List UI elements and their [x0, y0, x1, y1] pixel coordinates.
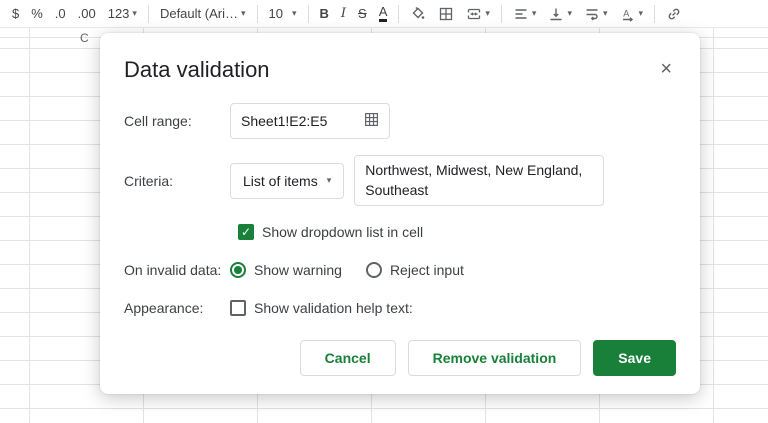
link-icon — [666, 6, 682, 22]
criteria-type-select[interactable]: List of items ▾ — [230, 163, 344, 199]
more-formats-button[interactable]: 123 ▾ — [102, 2, 143, 26]
data-validation-dialog: Data validation × Cell range: Sheet1!E2:… — [100, 33, 700, 394]
horizontal-align-button[interactable]: ▾ — [507, 2, 543, 26]
help-text-checkbox[interactable] — [230, 300, 246, 316]
range-select-icon[interactable] — [364, 112, 379, 130]
reject-input-radio[interactable] — [366, 262, 382, 278]
font-size-select[interactable]: 10 ▾ — [263, 2, 303, 26]
cell-range-input[interactable]: Sheet1!E2:E5 — [230, 103, 390, 139]
merge-cells-button[interactable]: ▾ — [460, 2, 496, 26]
text-wrap-button[interactable]: ▾ — [578, 2, 614, 26]
chevron-down-icon: ▾ — [603, 8, 608, 19]
column-header-c: C — [80, 31, 89, 45]
close-icon[interactable]: × — [656, 57, 676, 81]
remove-validation-button[interactable]: Remove validation — [408, 340, 582, 376]
italic-button[interactable]: I — [335, 2, 352, 26]
cell-range-label: Cell range: — [124, 113, 230, 129]
toolbar-divider — [654, 5, 655, 23]
chevron-down-icon: ▾ — [485, 8, 490, 19]
chevron-down-icon: ▾ — [241, 8, 246, 19]
horizontal-align-icon — [513, 6, 529, 22]
reject-input-label[interactable]: Reject input — [390, 262, 464, 278]
save-button[interactable]: Save — [593, 340, 676, 376]
fill-color-button[interactable] — [404, 2, 432, 26]
text-rotation-button[interactable]: A ▾ — [614, 2, 650, 26]
text-wrap-icon — [584, 6, 600, 22]
chevron-down-icon: ▾ — [567, 8, 572, 19]
show-warning-label[interactable]: Show warning — [254, 262, 342, 278]
vertical-align-icon — [548, 6, 564, 22]
criteria-type-value: List of items — [243, 173, 318, 189]
show-dropdown-checkbox[interactable]: ✓ — [238, 224, 254, 240]
formatting-toolbar: $ % .0 .00 123 ▾ Default (Ari… ▾ 10 ▾ B … — [0, 0, 768, 28]
cell-range-value: Sheet1!E2:E5 — [241, 113, 327, 129]
chevron-down-icon: ▾ — [532, 8, 537, 19]
criteria-label: Criteria: — [124, 173, 230, 189]
text-color-button[interactable]: A — [373, 2, 394, 26]
dialog-title: Data validation — [124, 57, 270, 83]
toolbar-divider — [398, 5, 399, 23]
chevron-down-icon: ▾ — [639, 8, 644, 19]
show-dropdown-label[interactable]: Show dropdown list in cell — [262, 224, 423, 240]
strikethrough-button[interactable]: S — [352, 2, 373, 26]
toolbar-divider — [148, 5, 149, 23]
invalid-data-label: On invalid data: — [124, 262, 230, 278]
currency-format-button[interactable]: $ — [6, 2, 25, 26]
toolbar-divider — [257, 5, 258, 23]
criteria-items-input[interactable]: Northwest, Midwest, New England, Southea… — [354, 155, 604, 206]
appearance-label: Appearance: — [124, 300, 230, 316]
decrease-decimal-button[interactable]: .0 — [49, 2, 72, 26]
vertical-align-button[interactable]: ▾ — [542, 2, 578, 26]
bold-button[interactable]: B — [314, 2, 335, 26]
show-warning-radio[interactable] — [230, 262, 246, 278]
chevron-down-icon: ▾ — [132, 8, 137, 19]
chevron-down-icon: ▾ — [292, 8, 297, 19]
insert-link-button[interactable] — [660, 2, 688, 26]
fill-color-icon — [410, 6, 426, 22]
cancel-button[interactable]: Cancel — [300, 340, 396, 376]
borders-button[interactable] — [432, 2, 460, 26]
text-rotation-icon: A — [620, 6, 636, 22]
borders-icon — [438, 6, 454, 22]
help-text-label[interactable]: Show validation help text: — [254, 300, 413, 316]
merge-cells-icon — [466, 6, 482, 22]
toolbar-divider — [501, 5, 502, 23]
check-icon: ✓ — [241, 225, 251, 239]
percent-format-button[interactable]: % — [25, 2, 49, 26]
font-family-select[interactable]: Default (Ari… ▾ — [154, 2, 252, 26]
toolbar-divider — [308, 5, 309, 23]
increase-decimal-button[interactable]: .00 — [72, 2, 102, 26]
svg-text:A: A — [623, 8, 629, 18]
chevron-down-icon: ▾ — [327, 175, 332, 186]
